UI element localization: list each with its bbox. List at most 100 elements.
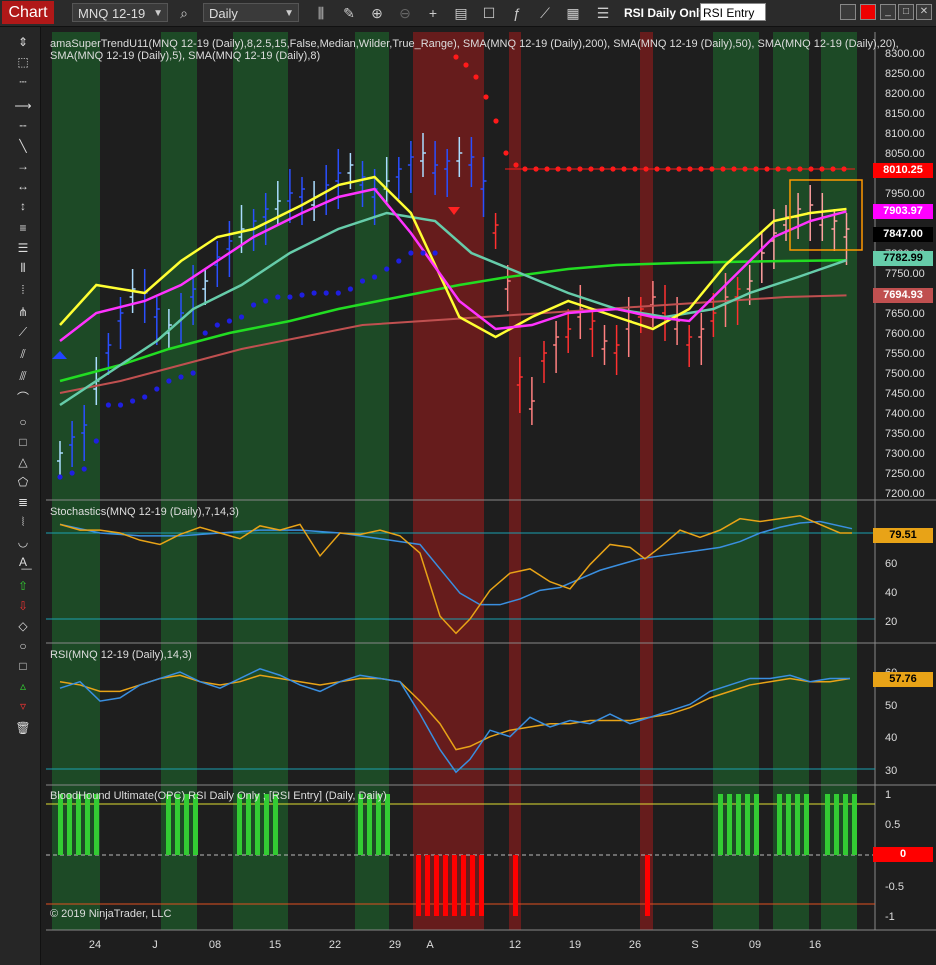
supertrend-down-dot bbox=[513, 162, 519, 168]
bh-bull-bar bbox=[376, 794, 381, 855]
supertrend-up-dot bbox=[287, 294, 293, 300]
bloodhound-panel-label: BloodHound Ultimate(OPC) RSI Daily Only … bbox=[50, 790, 387, 802]
chart-canvas[interactable]: 8300.008250.008200.008150.008100.008050.… bbox=[0, 0, 936, 965]
bh-bull-bar bbox=[777, 794, 782, 855]
price-tick-label: 7950.00 bbox=[885, 188, 925, 200]
bh-bull-bar bbox=[175, 794, 180, 855]
supertrend-up-dot bbox=[263, 298, 269, 304]
price-marker: 7782.99 bbox=[873, 251, 933, 266]
supertrend-up-dot bbox=[105, 402, 111, 408]
stoch-tick-label: 60 bbox=[885, 558, 897, 570]
bh-bull-bar bbox=[385, 794, 390, 855]
bh-bear-bar bbox=[513, 855, 518, 916]
price-tick-label: 8150.00 bbox=[885, 108, 925, 120]
price-tick-label: 7450.00 bbox=[885, 388, 925, 400]
price-tick-label: 7250.00 bbox=[885, 468, 925, 480]
supertrend-up-dot bbox=[372, 274, 378, 280]
supertrend-up-dot bbox=[347, 286, 353, 292]
supertrend-up-dot bbox=[202, 330, 208, 336]
supertrend-up-dot bbox=[408, 250, 414, 256]
copyright-label: © 2019 NinjaTrader, LLC bbox=[50, 908, 172, 920]
time-tick-label: 19 bbox=[569, 939, 581, 951]
supertrend-up-dot bbox=[251, 302, 257, 308]
bh-bull-bar bbox=[85, 794, 90, 855]
price-tick-label: 7650.00 bbox=[885, 308, 925, 320]
bh-bull-bar bbox=[358, 794, 363, 855]
supertrend-up-dot bbox=[359, 278, 366, 284]
supertrend-up-dot bbox=[384, 266, 390, 272]
bh-bull-bar bbox=[94, 794, 99, 855]
bh-bull-bar bbox=[843, 794, 848, 855]
time-tick-label: 12 bbox=[509, 939, 521, 951]
price-tick-label: 8050.00 bbox=[885, 148, 925, 160]
rsi-value-marker: 57.76 bbox=[873, 672, 933, 687]
bh-bull-bar bbox=[67, 794, 72, 855]
bh-bull-bar bbox=[834, 794, 839, 855]
bh-tick-label: 0.5 bbox=[885, 819, 900, 831]
supertrend-up-dot bbox=[130, 398, 136, 404]
supertrend-up-dot bbox=[214, 322, 220, 328]
bh-bear-bar bbox=[416, 855, 421, 916]
bh-bear-bar bbox=[434, 855, 439, 916]
supertrend-up-dot bbox=[117, 402, 124, 408]
price-tick-label: 7400.00 bbox=[885, 408, 925, 420]
supertrend-up-dot bbox=[166, 378, 172, 384]
price-marker: 7694.93 bbox=[873, 288, 933, 303]
price-marker: 7847.00 bbox=[873, 227, 933, 242]
rsi-tick-label: 30 bbox=[885, 765, 897, 777]
price-tick-label: 7600.00 bbox=[885, 328, 925, 340]
bh-bear-bar bbox=[443, 855, 448, 916]
bh-bear-bar bbox=[452, 855, 457, 916]
bh-bull-bar bbox=[76, 794, 81, 855]
time-tick-label: 16 bbox=[809, 939, 821, 951]
price-tick-label: 7300.00 bbox=[885, 448, 925, 460]
time-tick-label: S bbox=[691, 939, 698, 951]
bh-bear-bar bbox=[425, 855, 430, 916]
supertrend-down-dot bbox=[503, 150, 509, 156]
bh-bull-bar bbox=[795, 794, 800, 855]
time-tick-label: 29 bbox=[389, 939, 401, 951]
rsi-panel-label: RSI(MNQ 12-19 (Daily),14,3) bbox=[50, 649, 192, 661]
stochastics-panel-label: Stochastics(MNQ 12-19 (Daily),7,14,3) bbox=[50, 506, 239, 518]
bh-bull-bar bbox=[58, 794, 63, 855]
stoch-tick-label: 40 bbox=[885, 587, 897, 599]
rsi-tick-label: 50 bbox=[885, 700, 897, 712]
bh-bear-bar bbox=[479, 855, 484, 916]
bh-bull-bar bbox=[184, 794, 189, 855]
bh-bull-bar bbox=[246, 794, 251, 855]
bh-bull-bar bbox=[367, 794, 372, 855]
price-marker: 8010.25 bbox=[873, 163, 933, 178]
time-tick-label: A bbox=[426, 939, 434, 951]
price-tick-label: 7500.00 bbox=[885, 368, 925, 380]
bh-tick-label: -1 bbox=[885, 911, 895, 923]
bh-bull-bar bbox=[718, 794, 723, 855]
bh-tick-label: -0.5 bbox=[885, 881, 904, 893]
bh-bull-bar bbox=[273, 794, 278, 855]
supertrend-down-dot bbox=[463, 62, 469, 68]
bh-bull-bar bbox=[852, 794, 857, 855]
bh-bull-bar bbox=[193, 794, 198, 855]
supertrend-up-dot bbox=[190, 370, 196, 376]
bh-bull-bar bbox=[237, 794, 242, 855]
bh-bear-bar bbox=[461, 855, 466, 916]
supertrend-up-dot bbox=[238, 314, 245, 320]
price-marker: 7903.97 bbox=[873, 204, 933, 219]
bh-bull-bar bbox=[786, 794, 791, 855]
time-tick-label: 24 bbox=[89, 939, 101, 951]
time-tick-label: 08 bbox=[209, 939, 221, 951]
price-panel-label-2: SMA(MNQ 12-19 (Daily),5), SMA(MNQ 12-19 … bbox=[50, 50, 321, 62]
price-tick-label: 8250.00 bbox=[885, 68, 925, 80]
time-tick-label: J bbox=[152, 939, 158, 951]
time-tick-label: 09 bbox=[749, 939, 761, 951]
price-tick-label: 8100.00 bbox=[885, 128, 925, 140]
supertrend-up-dot bbox=[432, 250, 438, 256]
bh-bull-bar bbox=[825, 794, 830, 855]
supertrend-down-dot bbox=[493, 118, 499, 124]
supertrend-up-dot bbox=[226, 318, 232, 324]
supertrend-up-dot bbox=[335, 290, 341, 296]
price-panel-label: amaSuperTrendU11(MNQ 12-19 (Daily),8,2.5… bbox=[50, 38, 899, 50]
bh-bull-bar bbox=[727, 794, 732, 855]
bh-bear-bar bbox=[470, 855, 475, 916]
price-tick-label: 7200.00 bbox=[885, 488, 925, 500]
time-tick-label: 15 bbox=[269, 939, 281, 951]
